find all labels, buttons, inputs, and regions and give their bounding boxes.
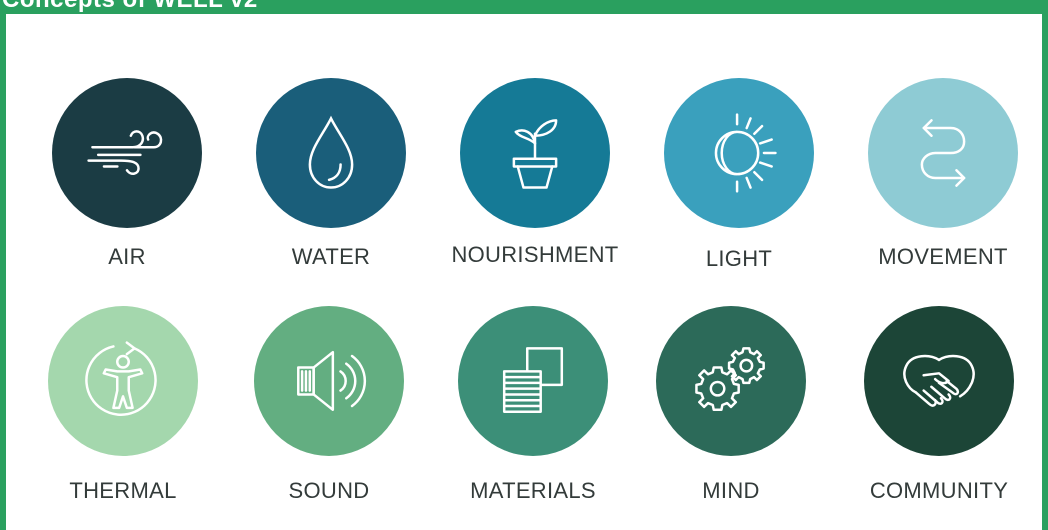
- concepts-panel: AIR WATER NOURISHMENT LIGHT MOVEMENT THE…: [6, 14, 1042, 530]
- concept-materials: MATERIALS: [433, 306, 633, 516]
- thermal-person-icon: [85, 341, 157, 416]
- header-title: Concepts of WELL v2: [2, 0, 258, 14]
- concept-label: MATERIALS: [470, 478, 596, 503]
- concept-thermal: THERMAL: [23, 306, 223, 516]
- water-circle: [256, 78, 406, 228]
- concept-sound: SOUND: [229, 306, 429, 516]
- materials-circle: [458, 306, 608, 456]
- concept-community: COMMUNITY: [839, 306, 1039, 516]
- sound-circle: [254, 306, 404, 456]
- concept-light: LIGHT: [639, 78, 839, 288]
- concept-label: LIGHT: [705, 246, 773, 271]
- community-circle: [864, 306, 1014, 456]
- concept-mind: MIND: [631, 306, 831, 516]
- concept-water: WATER: [231, 78, 431, 288]
- sun-moon-icon: [714, 113, 777, 193]
- concept-label: AIR: [108, 244, 146, 269]
- water-drop-icon: [308, 115, 354, 189]
- handshake-icon: [903, 354, 975, 407]
- material-swatches-icon: [502, 347, 564, 413]
- concept-label: WATER: [291, 244, 371, 269]
- concept-label: MIND: [702, 478, 760, 503]
- concept-nourishment: NOURISHMENT: [435, 78, 635, 288]
- movement-circle: [868, 78, 1018, 228]
- movement-arrows-icon: [920, 119, 966, 187]
- gears-icon: [695, 347, 765, 412]
- header-bar: Concepts of WELL v2: [0, 0, 1048, 14]
- concept-air: AIR: [27, 78, 227, 288]
- light-circle: [664, 78, 814, 228]
- concepts-grid: AIR WATER NOURISHMENT LIGHT MOVEMENT THE…: [6, 14, 1042, 530]
- concept-label: THERMAL: [69, 478, 177, 503]
- concept-label: COMMUNITY: [869, 478, 1009, 503]
- wind-icon: [87, 130, 163, 175]
- concept-label: MOVEMENT: [878, 244, 1008, 269]
- thermal-circle: [48, 306, 198, 456]
- air-circle: [52, 78, 202, 228]
- plant-pot-icon: [512, 119, 558, 189]
- concept-movement: MOVEMENT: [843, 78, 1043, 288]
- nourishment-circle: [460, 78, 610, 228]
- concept-label: SOUND: [288, 478, 370, 503]
- concept-label: NOURISHMENT: [451, 242, 619, 267]
- speaker-icon: [297, 350, 367, 412]
- mind-circle: [656, 306, 806, 456]
